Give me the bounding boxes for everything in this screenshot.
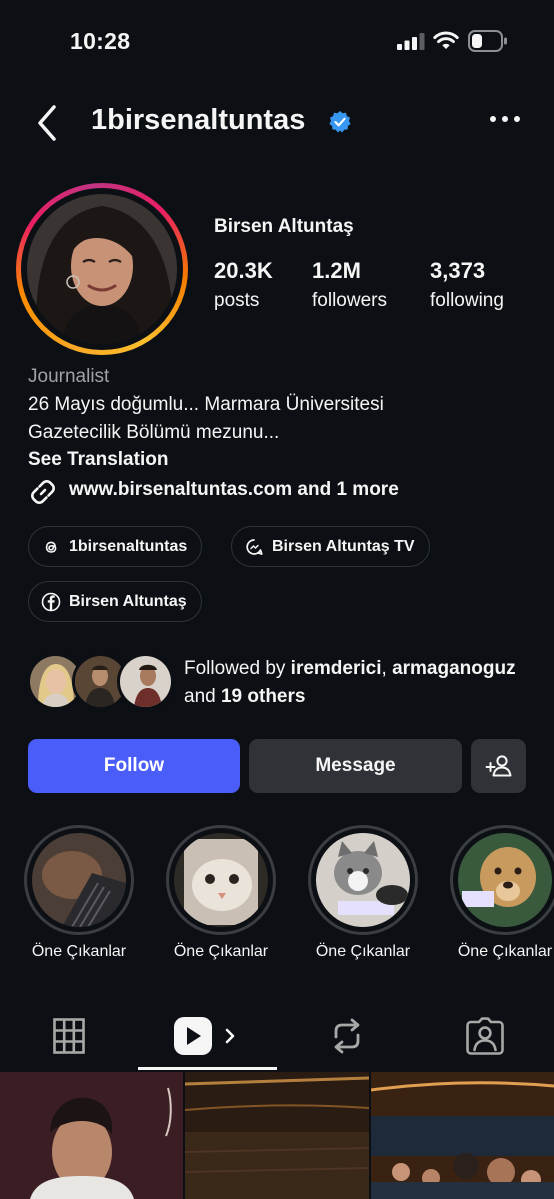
reels-icon	[173, 1017, 234, 1055]
link-icon	[31, 480, 55, 504]
followed-by-user: armaganoguz	[392, 658, 516, 679]
tab-tagged[interactable]	[416, 1005, 554, 1067]
highlight-cover	[458, 833, 552, 927]
active-tab-indicator	[138, 1067, 277, 1070]
followers-count: 1.2M	[312, 258, 361, 283]
follow-button[interactable]: Follow	[28, 739, 240, 793]
bio-line: 26 Mayıs doğumlu... Marmara Üniversitesi	[28, 394, 384, 415]
followers-label: followers	[312, 290, 387, 311]
repost-icon	[334, 1018, 359, 1054]
facebook-icon	[41, 592, 61, 611]
followers-stat[interactable]: 1.2M followers	[312, 258, 387, 312]
threads-icon	[45, 541, 57, 553]
broadcast-channel-icon	[246, 538, 263, 555]
highlight-label: Öne Çıkanlar	[173, 943, 269, 960]
profile-display-name: Birsen Altuntaş	[214, 216, 354, 237]
highlight-cover	[316, 833, 410, 927]
posts-stat[interactable]: 20.3K posts	[214, 258, 273, 312]
mutual-followers-avatars[interactable]	[27, 653, 174, 710]
facebook-chip[interactable]: Birsen Altuntaş	[28, 581, 202, 622]
verified-badge-icon	[329, 111, 351, 133]
highlight-cover	[174, 833, 268, 927]
following-count: 3,373	[430, 258, 486, 283]
reel-thumbnail[interactable]	[0, 1072, 183, 1199]
profile-header: 1birsenaltuntas	[0, 95, 554, 151]
bio-link-text: www.birsenaltuntas.com and 1 more	[69, 479, 399, 500]
profile-content-tabs	[0, 1005, 554, 1071]
profile-category: Journalist	[28, 366, 110, 387]
tab-reels[interactable]	[138, 1005, 277, 1067]
message-button[interactable]: Message	[249, 739, 462, 793]
following-label: following	[430, 290, 504, 311]
threads-chip-label: 1birsenaltuntas	[69, 537, 188, 555]
suggested-users-button[interactable]	[471, 739, 526, 793]
status-bar: 10:28	[0, 0, 554, 80]
add-person-icon	[485, 755, 511, 777]
followed-by-others: 19 others	[220, 686, 306, 707]
reels-grid	[0, 1072, 554, 1199]
followed-by-prefix: Followed by	[184, 658, 286, 679]
highlight-label: Öne Çıkanlar	[315, 943, 411, 960]
posts-label: posts	[214, 290, 260, 311]
profile-username: 1birsenaltuntas	[91, 104, 306, 136]
reel-thumbnail[interactable]	[371, 1072, 554, 1199]
followed-by-user: iremderici	[290, 658, 382, 679]
followed-by-and: and	[184, 686, 216, 707]
channel-chip[interactable]: Birsen Altuntaş TV	[231, 526, 430, 567]
grid-icon	[53, 1018, 85, 1054]
back-arrow-icon[interactable]	[30, 103, 66, 143]
status-time: 10:28	[70, 28, 131, 54]
highlight-label: Öne Çıkanlar	[31, 943, 127, 960]
see-translation-link[interactable]: See Translation	[28, 449, 168, 471]
wifi-icon	[433, 31, 459, 49]
more-options-icon[interactable]	[488, 113, 522, 125]
cellular-signal-icon	[397, 33, 425, 50]
profile-avatar-story-ring[interactable]	[16, 183, 188, 355]
followed-by-text[interactable]: Followed by iremderici, armaganoguz and …	[184, 655, 534, 711]
highlight-cover	[32, 833, 126, 927]
mutual-avatar	[117, 653, 174, 710]
channel-chip-label: Birsen Altuntaş TV	[272, 537, 415, 555]
profile-avatar	[27, 194, 177, 344]
reel-thumbnail[interactable]	[185, 1072, 369, 1199]
following-stat[interactable]: 3,373 following	[430, 258, 504, 312]
battery-icon	[468, 30, 507, 52]
facebook-chip-label: Birsen Altuntaş	[69, 592, 187, 610]
tagged-person-icon	[466, 1017, 504, 1055]
threads-chip[interactable]: 1birsenaltuntas	[28, 526, 203, 567]
highlight-label: Öne Çıkanlar	[457, 943, 553, 960]
tab-posts-grid[interactable]	[0, 1005, 138, 1067]
bio-line: Gazetecilik Bölümü mezunu...	[28, 422, 280, 443]
posts-count: 20.3K	[214, 258, 273, 283]
tab-reposts[interactable]	[277, 1005, 416, 1067]
